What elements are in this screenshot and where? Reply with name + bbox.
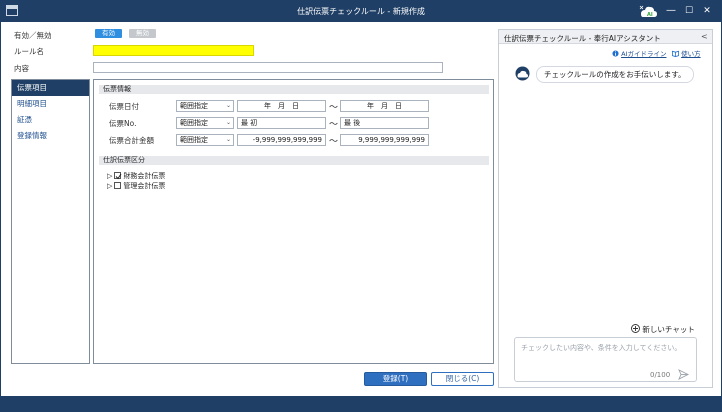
- nav-item-evidence[interactable]: 証憑: [12, 112, 89, 128]
- financial-checkbox[interactable]: [114, 172, 122, 180]
- status-bar: [0, 396, 722, 412]
- howto-link-label: 使い方: [681, 50, 701, 58]
- toggle-inactive-button[interactable]: 無効: [129, 29, 156, 38]
- register-button[interactable]: 登録(T): [364, 372, 427, 386]
- new-chat-button[interactable]: 新しいチャット: [631, 324, 695, 335]
- total-amount-range-select[interactable]: 範囲指定 ⌄: [176, 134, 234, 146]
- total-amount-to-input[interactable]: 9,999,999,999,999: [340, 134, 429, 146]
- range-tilde: ～: [329, 137, 339, 147]
- plus-circle-icon: [631, 324, 640, 333]
- howto-link[interactable]: 使い方: [672, 48, 701, 58]
- ai-avatar-icon: [515, 66, 530, 81]
- content-label: 内容: [14, 64, 29, 73]
- active-toggle-label: 有効／無効: [14, 31, 52, 40]
- ai-assistant-panel: 仕訳伝票チェックルール - 奉行AIアシスタント < AIガイドライン 使い方 …: [498, 29, 713, 388]
- nav-item-registration[interactable]: 登録情報: [12, 128, 89, 144]
- new-chat-label: 新しいチャット: [642, 325, 695, 334]
- management-voucher-label: 管理会計伝票: [123, 182, 166, 190]
- ai-message-bubble: チェックルールの作成をお手伝いします。: [536, 66, 694, 83]
- section-header-voucher-info: 伝票情報: [99, 85, 489, 94]
- char-counter: 0/100: [650, 371, 671, 379]
- svg-text:AI: AI: [647, 12, 653, 18]
- chat-input-placeholder: チェックしたい内容や、条件を入力してください。: [521, 344, 682, 352]
- range-tilde: ～: [329, 103, 339, 113]
- section-header-voucher-type: 仕訳伝票区分: [99, 156, 489, 165]
- window-frame-left: [0, 22, 1, 396]
- rule-name-label: ルール名: [14, 47, 44, 56]
- ai-assistant-title: 仕訳伝票チェックルール - 奉行AIアシスタント: [504, 34, 661, 43]
- title-bar: 仕訳伝票チェックルール - 新規作成 AI — ☐ ✕: [0, 0, 722, 22]
- voucher-no-range-select-value: 範囲指定: [180, 119, 208, 127]
- form-panel: 伝票情報 伝票日付 範囲指定 ⌄ 年 月 日 ～ 年 月 日 伝票No. 範囲指定…: [93, 79, 494, 364]
- send-icon[interactable]: [678, 369, 689, 380]
- tree-item-financial[interactable]: ▷ 財務会計伝票: [107, 172, 165, 181]
- total-amount-from-input[interactable]: -9,999,999,999,999: [237, 134, 326, 146]
- row-label-voucher-no: 伝票No.: [109, 119, 137, 128]
- info-icon: [612, 50, 619, 57]
- nav-item-voucher[interactable]: 伝票項目: [12, 80, 89, 96]
- rule-name-input[interactable]: [93, 45, 254, 56]
- window-title: 仕訳伝票チェックルール - 新規作成: [297, 7, 425, 16]
- toggle-active-button[interactable]: 有効: [95, 29, 122, 38]
- tree-item-management[interactable]: ▷ 管理会計伝票: [107, 182, 165, 191]
- nav-item-detail[interactable]: 明細項目: [12, 96, 89, 112]
- maximize-button[interactable]: ☐: [682, 4, 696, 18]
- chevron-down-icon: ⌄: [225, 119, 231, 126]
- left-nav: 伝票項目 明細項目 証憑 登録情報: [11, 79, 90, 364]
- date-range-select[interactable]: 範囲指定 ⌄: [176, 100, 234, 112]
- voucher-no-to-input[interactable]: 最 後: [340, 117, 429, 129]
- ai-guideline-link[interactable]: AIガイドライン: [612, 48, 666, 58]
- expand-triangle-icon[interactable]: ▷: [107, 182, 112, 190]
- bugyo-ai-logo-icon: AI: [639, 5, 657, 18]
- content-input[interactable]: [93, 62, 443, 73]
- range-tilde: ～: [329, 120, 339, 130]
- close-button[interactable]: 閉じる(C): [431, 372, 494, 386]
- expand-triangle-icon[interactable]: ▷: [107, 172, 112, 180]
- voucher-no-from-input[interactable]: 最 初: [237, 117, 326, 129]
- date-from-input[interactable]: 年 月 日: [237, 100, 326, 112]
- chevron-down-icon: ⌄: [225, 102, 231, 109]
- collapse-panel-button[interactable]: <: [701, 32, 708, 41]
- row-label-date: 伝票日付: [109, 102, 139, 111]
- chevron-down-icon: ⌄: [225, 136, 231, 143]
- ai-guideline-link-label: AIガイドライン: [621, 50, 667, 58]
- financial-voucher-label: 財務会計伝票: [123, 172, 166, 180]
- management-checkbox[interactable]: [114, 182, 122, 189]
- date-to-input[interactable]: 年 月 日: [340, 100, 429, 112]
- book-icon: [672, 50, 679, 57]
- close-window-button[interactable]: ✕: [700, 4, 714, 18]
- voucher-no-range-select[interactable]: 範囲指定 ⌄: [176, 117, 234, 129]
- ai-assistant-header: 仕訳伝票チェックルール - 奉行AIアシスタント <: [499, 30, 712, 44]
- row-label-total-amount: 伝票合計金額: [109, 136, 154, 145]
- total-amount-range-select-value: 範囲指定: [180, 136, 208, 144]
- date-range-select-value: 範囲指定: [180, 102, 208, 110]
- chat-input[interactable]: チェックしたい内容や、条件を入力してください。 0/100: [514, 337, 697, 382]
- minimize-button[interactable]: —: [664, 4, 678, 18]
